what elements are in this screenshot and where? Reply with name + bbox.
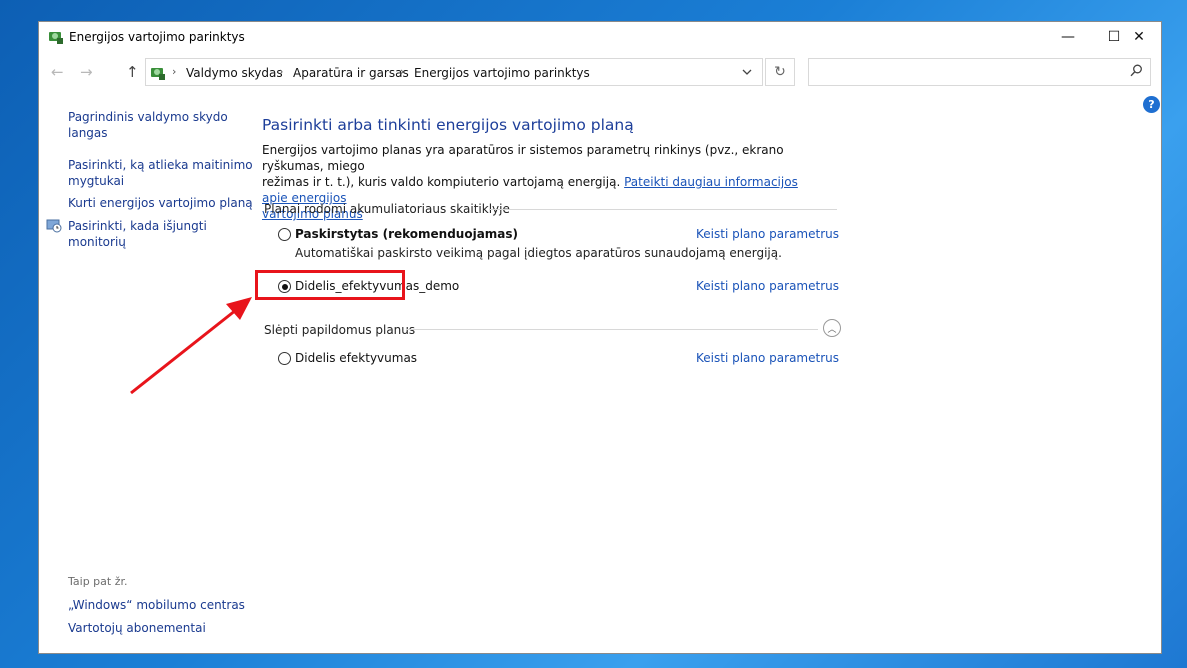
up-button[interactable]: ↑: [126, 63, 139, 81]
control-panel-icon: [151, 68, 165, 80]
sidebar-item-create-plan[interactable]: Kurti energijos vartojimo planą: [68, 195, 253, 211]
title-bar: Energijos vartojimo parinktys — ☐ ✕: [39, 22, 1161, 52]
see-also-heading: Taip pat žr.: [68, 575, 128, 588]
sidebar-item-label: langas: [68, 126, 108, 140]
minimize-button[interactable]: —: [1045, 22, 1091, 52]
sidebar-item-power-buttons[interactable]: Pasirinkti, ką atlieka maitinimo mygtuka…: [68, 157, 253, 189]
plan-high-performance-label[interactable]: Didelis efektyvumas: [295, 351, 417, 365]
refresh-icon: ↻: [774, 64, 786, 80]
sidebar-item-label: Kurti energijos vartojimo planą: [68, 196, 253, 210]
refresh-button[interactable]: ↻: [765, 58, 795, 86]
sidebar-item-label: mygtukai: [68, 174, 125, 188]
plan-balanced-description: Automatiškai paskirsto veikimą pagal įdi…: [295, 246, 782, 260]
sidebar-item-turn-off-display[interactable]: Pasirinkti, kada išjungti monitorių: [68, 218, 207, 250]
change-plan-high-performance-link[interactable]: Keisti plano parametrus: [696, 351, 839, 365]
breadcrumb-separator: ›: [172, 65, 177, 78]
mobility-center-link[interactable]: „Windows“ mobilumo centras: [68, 597, 245, 613]
navigation-bar: ← → ↑ › Valdymo skydas › Aparatūra ir ga…: [39, 56, 1161, 88]
plan-balanced-label[interactable]: Paskirstytas (rekomenduojamas): [295, 227, 518, 241]
breadcrumb-power-options[interactable]: Energijos vartojimo parinktys: [414, 66, 590, 80]
search-icon: [1130, 64, 1142, 77]
search-input[interactable]: [808, 58, 1151, 86]
breadcrumb-hardware-sound[interactable]: Aparatūra ir garsas: [293, 66, 409, 80]
close-button[interactable]: ✕: [1116, 22, 1162, 52]
chevron-down-icon[interactable]: [742, 69, 752, 76]
back-button[interactable]: ←: [51, 63, 64, 81]
plan-high-performance-radio[interactable]: [278, 352, 291, 365]
help-icon[interactable]: ?: [1143, 96, 1160, 113]
highlight-box: [255, 270, 405, 300]
hidden-plans-heading: Slėpti papildomus planus: [264, 323, 416, 337]
sidebar-item-control-panel-home[interactable]: Pagrindinis valdymo skydo langas: [68, 109, 228, 141]
power-options-icon: [49, 32, 63, 44]
window-title: Energijos vartojimo parinktys: [69, 30, 245, 44]
change-plan-balanced-link[interactable]: Keisti plano parametrus: [696, 227, 839, 241]
collapse-icon[interactable]: ︿: [823, 319, 841, 337]
close-icon: ✕: [1133, 29, 1145, 45]
breadcrumb-separator: ›: [400, 65, 405, 78]
description-text: režimas ir t. t.), kuris valdo kompiuter…: [262, 175, 621, 189]
monitor-clock-icon: [46, 219, 62, 233]
minimize-icon: —: [1061, 29, 1075, 45]
breadcrumb-separator: ›: [279, 65, 284, 78]
user-accounts-link[interactable]: Vartotojų abonementai: [68, 620, 206, 636]
forward-button[interactable]: →: [80, 63, 93, 81]
change-plan-demo-link[interactable]: Keisti plano parametrus: [696, 279, 839, 293]
page-title: Pasirinkti arba tinkinti energijos varto…: [262, 116, 634, 134]
battery-plans-heading: Planai rodomi akumuliatoriaus skaitiklyj…: [264, 202, 510, 216]
description-text: Energijos vartojimo planas yra aparatūro…: [262, 143, 784, 173]
sidebar-item-label: Pasirinkti, kada išjungti: [68, 219, 207, 233]
control-panel-window: Energijos vartojimo parinktys — ☐ ✕ ← → …: [38, 21, 1162, 654]
plan-balanced-radio[interactable]: [278, 228, 291, 241]
sidebar-item-label: monitorių: [68, 235, 126, 249]
section-divider: [406, 329, 818, 330]
breadcrumb-control-panel[interactable]: Valdymo skydas: [186, 66, 283, 80]
address-bar[interactable]: › Valdymo skydas › Aparatūra ir garsas ›…: [145, 58, 763, 86]
sidebar-item-label: Pasirinkti, ką atlieka maitinimo: [68, 158, 253, 172]
sidebar-item-label: Pagrindinis valdymo skydo: [68, 110, 228, 124]
section-divider: [489, 209, 837, 210]
